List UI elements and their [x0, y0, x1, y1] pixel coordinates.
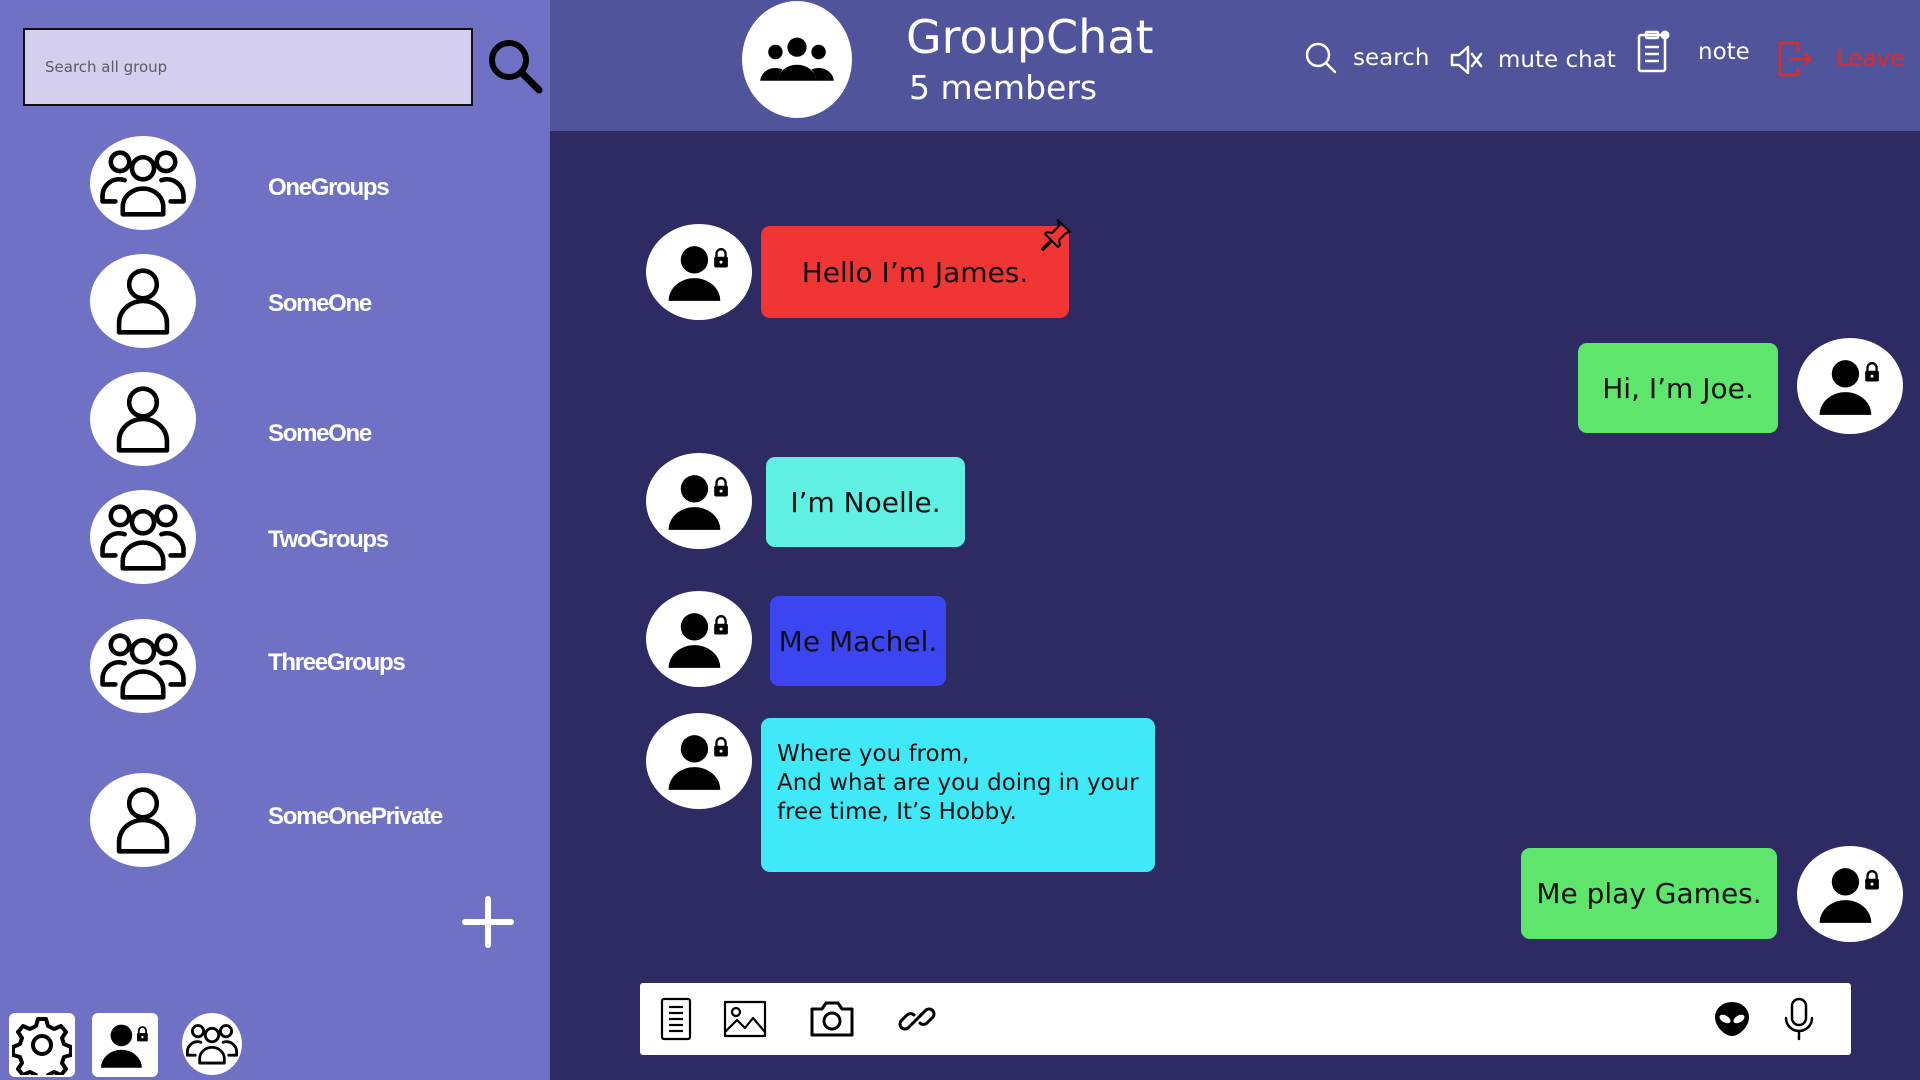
private-user-icon — [659, 234, 739, 310]
group-item-twogroups[interactable]: TwoGroups — [0, 490, 550, 586]
leave-label: Leave — [1836, 46, 1905, 72]
message-text: I’m Noelle. — [790, 485, 941, 519]
document-icon[interactable] — [652, 995, 700, 1043]
private-user-icon — [659, 463, 739, 539]
private-user-icon — [659, 723, 739, 799]
message-text: Me Machel. — [778, 624, 938, 658]
message-bubble[interactable]: Me Machel. — [770, 596, 946, 686]
group-item-label: SomeOnePrivate — [268, 803, 443, 830]
group-item-label: SomeOne — [268, 290, 372, 317]
group-item-someoneprivate[interactable]: SomeOnePrivate — [0, 773, 550, 869]
group-icon — [184, 1016, 240, 1072]
private-user-icon — [1810, 856, 1890, 932]
member-count: 5 members — [909, 68, 1098, 107]
microphone-icon[interactable] — [1775, 995, 1823, 1043]
sender-avatar — [646, 224, 752, 320]
sender-avatar — [646, 453, 752, 549]
clipboard-icon — [1637, 30, 1670, 73]
message-text: Hello I’m James. — [801, 255, 1029, 289]
private-user-icon — [659, 601, 739, 677]
image-icon[interactable] — [721, 995, 769, 1043]
sender-avatar — [1797, 338, 1903, 434]
message-composer[interactable] — [640, 983, 1851, 1055]
search-groups-field[interactable] — [23, 28, 473, 106]
group-icon — [757, 20, 837, 100]
header-search-button[interactable]: search — [1303, 36, 1429, 80]
leave-button[interactable]: Leave — [1776, 37, 1904, 81]
chat-title: GroupChat — [906, 10, 1154, 64]
private-chats-button[interactable] — [92, 1013, 158, 1077]
message-bubble[interactable]: Hi, I’m Joe. — [1578, 343, 1778, 433]
speaker-muted-icon — [1450, 45, 1483, 75]
message-text: Hi, I’m Joe. — [1602, 371, 1754, 405]
link-icon[interactable] — [893, 995, 941, 1043]
message-line: And what are you doing in your — [777, 770, 1139, 796]
user-icon — [90, 773, 196, 867]
group-avatar — [742, 1, 852, 118]
user-icon — [90, 254, 196, 348]
group-item-onegroups[interactable]: OneGroups — [0, 136, 550, 232]
private-user-icon — [1810, 348, 1890, 424]
mute-chat-label: mute chat — [1498, 47, 1616, 73]
user-icon — [90, 372, 196, 466]
search-icon[interactable] — [485, 36, 545, 96]
sidebar: OneGroups SomeOne SomeOne TwoGroups Thre… — [0, 0, 550, 1080]
group-item-label: TwoGroups — [268, 526, 389, 553]
search-label: search — [1353, 45, 1430, 71]
settings-button[interactable] — [9, 1013, 75, 1077]
add-group-button[interactable] — [462, 896, 514, 948]
group-item-label: ThreeGroups — [268, 649, 406, 676]
group-icon — [90, 136, 196, 230]
group-icon — [90, 619, 196, 713]
group-item-threegroups[interactable]: ThreeGroups — [0, 619, 550, 715]
message-bubble[interactable]: Me play Games. — [1521, 848, 1777, 939]
note-label: note — [1698, 39, 1750, 65]
group-icon — [90, 490, 196, 584]
message-line: free time, It’s Hobby. — [777, 799, 1017, 825]
mute-chat-button[interactable]: mute chat — [1448, 38, 1616, 82]
message-bubble[interactable]: Where you from, And what are you doing i… — [761, 718, 1155, 872]
private-user-icon — [94, 1015, 156, 1075]
groups-button[interactable] — [182, 1013, 242, 1075]
message-bubble[interactable]: I’m Noelle. — [766, 457, 965, 547]
message-text: Me play Games. — [1536, 877, 1762, 910]
group-item-label: OneGroups — [268, 174, 390, 201]
search-icon — [1305, 42, 1337, 74]
group-item-someone-2[interactable]: SomeOne — [0, 372, 550, 468]
gear-icon — [12, 1017, 72, 1075]
sender-avatar — [646, 591, 752, 687]
plus-icon — [462, 896, 514, 948]
camera-icon[interactable] — [808, 995, 856, 1043]
group-item-label: SomeOne — [268, 420, 372, 447]
note-button[interactable]: note — [1636, 30, 1750, 74]
search-groups-input[interactable] — [25, 30, 471, 104]
message-line: Where you from, — [777, 741, 970, 767]
message-bubble[interactable]: Hello I’m James. — [761, 226, 1069, 318]
group-item-someone[interactable]: SomeOne — [0, 254, 550, 350]
alien-emoji-icon[interactable] — [1708, 995, 1756, 1043]
sender-avatar — [646, 713, 752, 809]
pin-icon[interactable] — [1038, 216, 1074, 252]
sender-avatar — [1797, 846, 1903, 942]
exit-icon — [1778, 41, 1812, 77]
